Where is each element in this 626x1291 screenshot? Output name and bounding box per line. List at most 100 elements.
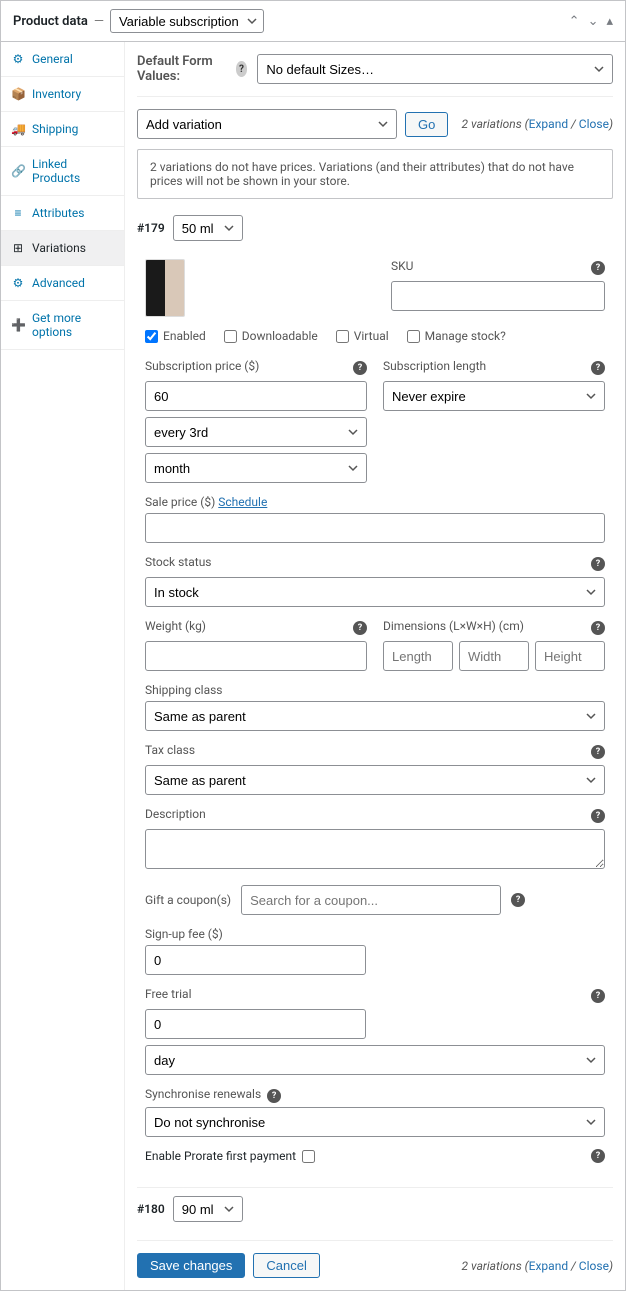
- help-icon[interactable]: ?: [591, 557, 605, 571]
- sync-renewals-select[interactable]: Do not synchronise: [145, 1107, 605, 1137]
- sidebar-item-label: General: [32, 52, 73, 66]
- virtual-checkbox[interactable]: Virtual: [336, 329, 389, 343]
- sidebar-item-label: Shipping: [32, 122, 78, 136]
- go-button[interactable]: Go: [405, 112, 448, 137]
- price-warning-notice: 2 variations do not have prices. Variati…: [137, 149, 613, 199]
- gear-icon: ⚙: [11, 276, 25, 290]
- weight-input[interactable]: [145, 641, 367, 671]
- sidebar-item-label: Get more options: [32, 311, 114, 339]
- gear-icon: ⚙: [11, 52, 25, 66]
- panel-title: Product data: [13, 14, 88, 29]
- variation-id-179: #179: [137, 221, 165, 235]
- expand-link[interactable]: Expand: [529, 117, 568, 131]
- signup-fee-input[interactable]: [145, 945, 366, 975]
- sidebar-item-variations[interactable]: ⊞Variations: [1, 231, 124, 266]
- sync-renewals-label: Synchronise renewals ?: [145, 1087, 605, 1103]
- variations-summary: 2 variations (Expand / Close): [462, 117, 613, 131]
- box-icon: 📦: [11, 87, 25, 101]
- height-input[interactable]: [535, 641, 605, 671]
- collapse-icon[interactable]: ▴: [606, 14, 613, 29]
- plus-icon: ➕: [11, 318, 25, 332]
- prorate-checkbox[interactable]: Enable Prorate first payment: [145, 1149, 315, 1163]
- help-icon[interactable]: ?: [591, 361, 605, 375]
- default-form-values-label: Default Form Values:: [137, 54, 226, 84]
- subscription-period-select[interactable]: month: [145, 453, 367, 483]
- tax-class-label: Tax class: [145, 743, 195, 757]
- close-link[interactable]: Close: [579, 117, 609, 131]
- stock-status-label: Stock status: [145, 555, 212, 569]
- link-icon: 🔗: [11, 164, 25, 178]
- manage-stock-checkbox[interactable]: Manage stock?: [407, 329, 506, 343]
- signup-fee-label: Sign-up fee ($): [145, 927, 366, 941]
- sidebar-item-advanced[interactable]: ⚙ Advanced: [1, 266, 124, 301]
- free-trial-label: Free trial: [145, 987, 192, 1001]
- length-input[interactable]: [383, 641, 453, 671]
- sidebar-item-linked[interactable]: 🔗 Linked Products: [1, 147, 124, 196]
- sku-label: SKU: [391, 259, 413, 273]
- help-icon[interactable]: ?: [591, 1149, 605, 1163]
- subscription-price-input[interactable]: [145, 381, 367, 411]
- free-trial-input[interactable]: [145, 1009, 366, 1039]
- stock-status-select[interactable]: In stock: [145, 577, 605, 607]
- tax-class-select[interactable]: Same as parent: [145, 765, 605, 795]
- sidebar-item-attributes[interactable]: ≡ Attributes: [1, 196, 124, 231]
- description-label: Description: [145, 807, 206, 821]
- sidebar: ⚙ General 📦 Inventory 🚚 Shipping 🔗 Linked Pr…: [1, 42, 125, 1290]
- weight-label: Weight (kg): [145, 619, 206, 633]
- help-icon[interactable]: ?: [591, 621, 605, 635]
- description-textarea[interactable]: [145, 829, 605, 869]
- shipping-class-label: Shipping class: [145, 683, 605, 697]
- help-icon[interactable]: ?: [236, 61, 248, 77]
- sidebar-item-label: Linked Products: [32, 157, 114, 185]
- gift-coupon-label: Gift a coupon(s): [145, 893, 231, 907]
- help-icon[interactable]: ?: [591, 745, 605, 759]
- variations-summary-footer: 2 variations (Expand / Close): [462, 1259, 613, 1273]
- title-separator: —: [94, 14, 104, 29]
- variation-size-select-180[interactable]: 90 ml: [173, 1196, 243, 1222]
- variation-id-180: #180: [137, 1202, 165, 1216]
- save-changes-button[interactable]: Save changes: [137, 1253, 245, 1278]
- sidebar-item-label: Advanced: [32, 276, 85, 290]
- sidebar-item-inventory[interactable]: 📦 Inventory: [1, 77, 124, 112]
- help-icon[interactable]: ?: [591, 809, 605, 823]
- product-thumbnail[interactable]: [145, 259, 185, 317]
- help-icon[interactable]: ?: [511, 893, 525, 907]
- sidebar-item-general[interactable]: ⚙ General: [1, 42, 124, 77]
- enabled-checkbox[interactable]: Enabled: [145, 329, 206, 343]
- help-icon[interactable]: ?: [591, 989, 605, 1003]
- list-icon: ≡: [11, 206, 25, 220]
- subscription-interval-select[interactable]: every 3rd: [145, 417, 367, 447]
- chevron-up-icon[interactable]: ⌃: [569, 14, 580, 29]
- default-size-select[interactable]: No default Sizes…: [257, 54, 613, 84]
- chevron-down-icon[interactable]: ⌄: [588, 14, 599, 29]
- subscription-length-label: Subscription length: [383, 359, 486, 373]
- subscription-length-select[interactable]: Never expire: [383, 381, 605, 411]
- variations-count: 2 variations: [462, 117, 522, 131]
- downloadable-checkbox[interactable]: Downloadable: [224, 329, 318, 343]
- add-variation-select[interactable]: Add variation: [137, 109, 397, 139]
- help-icon[interactable]: ?: [267, 1089, 281, 1103]
- truck-icon: 🚚: [11, 122, 25, 136]
- schedule-link[interactable]: Schedule: [218, 495, 267, 509]
- sidebar-item-more[interactable]: ➕ Get more options: [1, 301, 124, 350]
- free-trial-period-select[interactable]: day: [145, 1045, 605, 1075]
- width-input[interactable]: [459, 641, 529, 671]
- help-icon[interactable]: ?: [591, 261, 605, 275]
- gift-coupon-input[interactable]: [241, 885, 501, 915]
- sale-price-input[interactable]: [145, 513, 605, 543]
- expand-link[interactable]: Expand: [529, 1259, 568, 1273]
- shipping-class-select[interactable]: Same as parent: [145, 701, 605, 731]
- help-icon[interactable]: ?: [353, 361, 367, 375]
- sku-input[interactable]: [391, 281, 605, 311]
- sale-price-label: Sale price ($) Schedule: [145, 495, 605, 509]
- close-link[interactable]: Close: [579, 1259, 609, 1273]
- sidebar-item-label: Inventory: [32, 87, 81, 101]
- variations-count: 2 variations: [462, 1259, 522, 1273]
- help-icon[interactable]: ?: [353, 621, 367, 635]
- sidebar-item-shipping[interactable]: 🚚 Shipping: [1, 112, 124, 147]
- product-type-select[interactable]: Variable subscription: [110, 9, 264, 33]
- sidebar-item-label: Attributes: [32, 206, 84, 220]
- cancel-button[interactable]: Cancel: [253, 1253, 319, 1278]
- sidebar-item-label: Variations: [32, 241, 86, 255]
- variation-size-select-179[interactable]: 50 ml: [173, 215, 243, 241]
